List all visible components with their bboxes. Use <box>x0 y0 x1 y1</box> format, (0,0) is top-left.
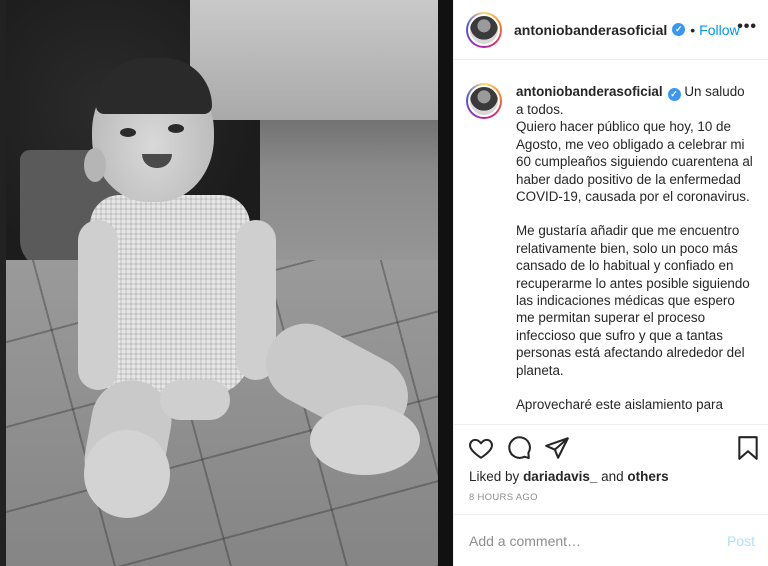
caption-paragraph-1: antoniobanderasoficial ✓ Un saludo a todo… <box>516 83 753 205</box>
post-timestamp[interactable]: 8 HOURS AGO <box>469 492 538 503</box>
action-bar <box>454 424 768 472</box>
header-username[interactable]: antoniobanderasoficial <box>514 22 667 38</box>
liked-by-user[interactable]: dariadavis_ <box>523 469 597 484</box>
caption-paragraph-2: Me gustaría añadir que me encuentro rela… <box>516 223 750 378</box>
follow-button[interactable]: Follow <box>699 22 739 38</box>
verified-badge-icon: ✓ <box>672 23 686 36</box>
caption-paragraph-3: Aprovecharé este aislamiento para <box>516 397 723 413</box>
avatar[interactable] <box>466 11 502 48</box>
baby-ear <box>84 148 106 182</box>
bookmark-icon[interactable] <box>735 435 761 461</box>
post-side-panel: antoniobanderasoficial ✓ • Follow ••• an… <box>453 0 768 566</box>
instagram-post: antoniobanderasoficial ✓ • Follow ••• an… <box>0 0 768 566</box>
photo-left-edge <box>0 0 6 566</box>
header-separator: • <box>690 21 696 38</box>
avatar-image <box>468 85 500 117</box>
more-options-icon[interactable]: ••• <box>737 18 757 36</box>
share-icon[interactable] <box>544 435 570 461</box>
baby-left-arm <box>78 220 118 390</box>
post-comment-button[interactable]: Post <box>727 533 755 549</box>
comment-icon[interactable] <box>506 435 532 461</box>
baby-right-foot <box>310 405 420 475</box>
likes-conjunction: and <box>601 469 624 484</box>
comment-bar: Post <box>454 514 768 566</box>
caption-paragraph-1-text: Un saludo a todos. Quiero hacer público … <box>516 84 753 205</box>
verified-badge-icon: ✓ <box>667 88 681 101</box>
post-header: antoniobanderasoficial ✓ • Follow ••• <box>454 0 768 60</box>
photo-film-edge <box>438 0 453 566</box>
heart-icon[interactable] <box>468 435 494 461</box>
baby-left-eye <box>120 128 136 137</box>
avatar-image <box>468 13 500 46</box>
post-photo[interactable] <box>0 0 453 566</box>
baby-right-eye <box>168 124 184 133</box>
likes-summary: Liked by dariadavis_ and others <box>469 469 669 484</box>
caption-username[interactable]: antoniobanderasoficial <box>516 84 663 99</box>
caption-text: antoniobanderasoficial ✓ Un saludo a todo… <box>516 83 753 421</box>
comment-input[interactable] <box>469 532 727 549</box>
caption-area[interactable]: antoniobanderasoficial ✓ Un saludo a todo… <box>454 61 768 421</box>
likes-others-link[interactable]: others <box>627 469 668 484</box>
baby-left-foot <box>84 430 170 518</box>
likes-prefix: Liked by <box>469 469 520 484</box>
baby-hands <box>160 380 230 420</box>
caption-avatar[interactable] <box>466 83 502 119</box>
photo-background-wall <box>190 0 440 120</box>
